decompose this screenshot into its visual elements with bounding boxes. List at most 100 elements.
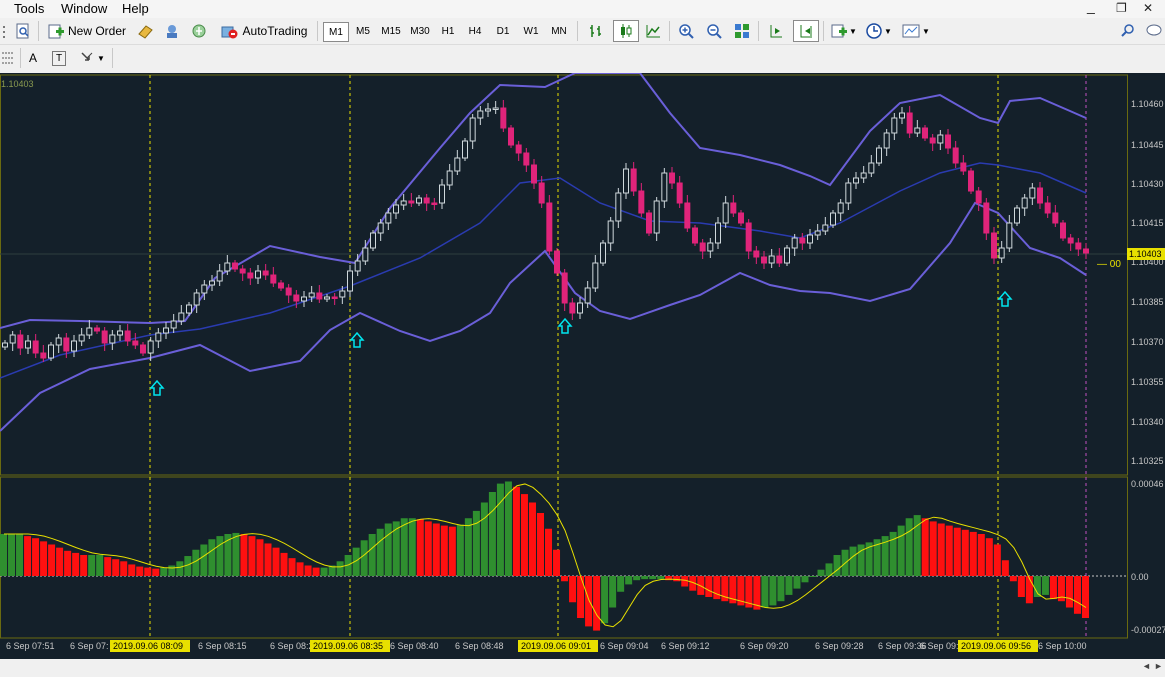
candle-body <box>109 334 116 344</box>
candle-body <box>630 168 637 192</box>
histogram-bar <box>256 539 264 576</box>
candle-body <box>600 242 606 264</box>
candle-body <box>845 182 852 204</box>
candle-body <box>615 192 622 222</box>
candle-body <box>262 270 269 276</box>
timeframe-h1[interactable]: H1 <box>436 22 460 40</box>
period-separators-icon[interactable] <box>0 47 16 69</box>
histogram-bar <box>921 518 929 576</box>
time-tick: 6 Sep 07:51 <box>6 641 55 651</box>
add-indicator-icon <box>831 24 848 38</box>
time-tick: 6 Sep 08:15 <box>198 641 247 651</box>
line-chart-icon[interactable] <box>642 20 664 42</box>
candle-body <box>554 250 560 274</box>
arrows-icon <box>81 52 93 61</box>
histogram-bar <box>601 576 609 624</box>
timeframe-m15[interactable]: M15 <box>378 22 404 40</box>
time-highlight-label: 2019.09.06 08:09 <box>113 641 183 651</box>
menu-tools[interactable]: Tools <box>14 1 44 16</box>
auto-scroll-icon[interactable] <box>793 20 819 42</box>
timeframe-w1[interactable]: W1 <box>519 22 543 40</box>
new-order-label: New Order <box>67 24 126 38</box>
histogram-bar <box>649 576 657 580</box>
autotrading-button[interactable]: AutoTrading <box>216 20 312 42</box>
zoom-out-icon[interactable] <box>703 20 725 42</box>
zoom-in-icon[interactable] <box>675 20 697 42</box>
candle-body <box>270 274 277 284</box>
navigator-icon[interactable] <box>161 20 183 42</box>
time-highlight-label: 2019.09.06 08:35 <box>313 641 383 651</box>
signals-icon[interactable] <box>188 20 210 42</box>
text-tool-button[interactable]: A <box>24 47 42 69</box>
histogram-bar <box>440 525 448 576</box>
histogram-bar <box>320 567 328 576</box>
timeframe-d1[interactable]: D1 <box>491 22 515 40</box>
price-tick: 1.10415 <box>1131 218 1164 228</box>
histogram-bar <box>120 561 128 576</box>
timeframe-m30[interactable]: M30 <box>407 22 433 40</box>
histogram-bar <box>985 538 993 576</box>
candle-body <box>692 227 698 244</box>
bar-chart-icon[interactable] <box>585 20 607 42</box>
candle-body <box>63 337 70 352</box>
candle-body <box>1075 242 1082 250</box>
candle-body <box>830 212 836 226</box>
price-tick: 1.10355 <box>1131 377 1164 387</box>
candle-body <box>515 144 522 154</box>
candle-body <box>784 247 790 264</box>
menu-help[interactable]: Help <box>122 1 149 16</box>
time-highlight-label: 2019.09.06 09:56 <box>961 641 1031 651</box>
candle-body <box>868 162 875 174</box>
histogram-bar <box>232 532 240 576</box>
histogram-bar <box>1049 576 1057 600</box>
minimize-button[interactable]: _ <box>1087 0 1095 14</box>
timeframe-m1[interactable]: M1 <box>323 22 349 42</box>
print-preview-icon[interactable] <box>12 20 34 42</box>
chart-shift-icon[interactable] <box>765 20 787 42</box>
indicator-tick: 0.00 <box>1131 572 1149 582</box>
tile-windows-icon[interactable] <box>731 20 753 42</box>
candle-body <box>730 202 737 214</box>
price-tick: 1.10460 <box>1131 99 1164 109</box>
timeframe-h4[interactable]: H4 <box>463 22 487 40</box>
templates-dropdown[interactable]: ▼ <box>900 20 932 42</box>
candle-body <box>998 247 1005 259</box>
histogram-bar <box>312 567 320 576</box>
text-label-button[interactable]: T <box>50 47 68 69</box>
price-chart[interactable]: 1.104601.104451.104301.104151.104001.103… <box>0 73 1165 659</box>
autotrading-icon <box>221 26 238 39</box>
candle-body <box>48 344 54 359</box>
candle-body <box>853 177 859 184</box>
chat-icon[interactable] <box>1143 20 1165 42</box>
histogram-bar <box>977 534 985 576</box>
restore-button[interactable]: ❐ <box>1116 1 1127 15</box>
candle-body <box>255 270 261 279</box>
candlestick-chart-icon[interactable] <box>613 20 639 42</box>
menu-window[interactable]: Window <box>61 1 107 16</box>
search-icon[interactable] <box>1117 20 1139 42</box>
histogram-bar <box>376 528 384 576</box>
close-button[interactable]: ✕ <box>1143 1 1153 15</box>
candle-body <box>285 287 292 296</box>
candle-body <box>224 262 231 272</box>
candle-body <box>78 334 85 342</box>
current-price-label: 1.10403 <box>1129 249 1162 259</box>
indicators-dropdown[interactable]: ▼ <box>829 20 859 42</box>
horizontal-scrollbar[interactable]: ◄ ► <box>0 659 1165 677</box>
scroll-left-icon[interactable]: ◄ <box>1142 661 1151 671</box>
new-order-button[interactable]: New Order <box>45 20 129 42</box>
candle-body <box>71 340 77 352</box>
chart-window[interactable]: 1.10460 1.10445 1.10430 1.10415 1.10400 1.103… <box>0 73 1165 659</box>
arrows-dropdown[interactable]: ▼ <box>76 47 108 69</box>
candle-body <box>232 262 238 270</box>
periods-dropdown[interactable]: ▼ <box>864 20 894 42</box>
time-tick: 6 Sep 08:48 <box>455 641 504 651</box>
timeframe-mn[interactable]: MN <box>547 22 571 40</box>
candle-body <box>354 260 361 272</box>
timeframe-m5[interactable]: M5 <box>351 22 375 40</box>
histogram-bar <box>553 549 561 576</box>
scroll-right-icon[interactable]: ► <box>1154 661 1163 671</box>
candle-body <box>669 172 675 184</box>
candle-body <box>914 127 921 134</box>
market-watch-icon[interactable] <box>134 20 156 42</box>
